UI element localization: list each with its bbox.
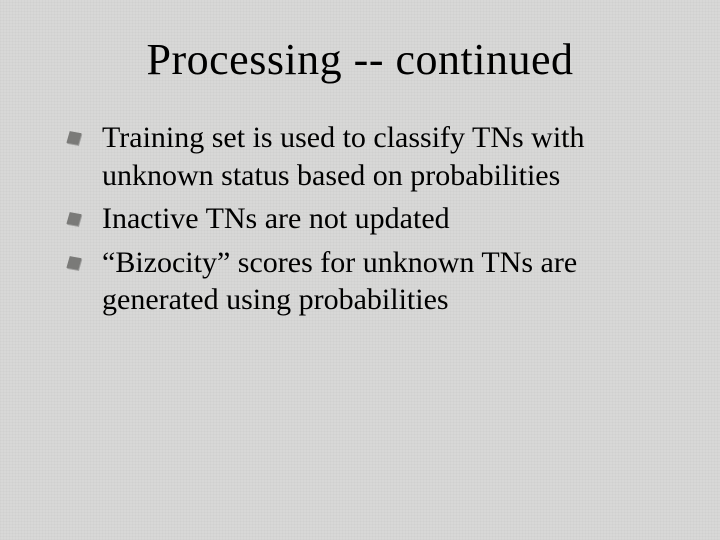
bullet-icon [66,212,81,226]
list-item: Training set is used to classify TNs wit… [66,119,660,194]
bullet-list: Training set is used to classify TNs wit… [60,119,660,319]
slide-title: Processing -- continued [60,34,660,85]
bullet-icon [66,131,81,145]
bullet-icon [66,256,81,270]
list-item: “Bizocity” scores for unknown TNs are ge… [66,244,660,319]
list-item: Inactive TNs are not updated [66,200,660,238]
bullet-text: Inactive TNs are not updated [102,202,450,235]
slide-container: Processing -- continued Training set is … [0,0,720,540]
bullet-text: Training set is used to classify TNs wit… [102,121,585,192]
bullet-text: “Bizocity” scores for unknown TNs are ge… [102,246,577,317]
